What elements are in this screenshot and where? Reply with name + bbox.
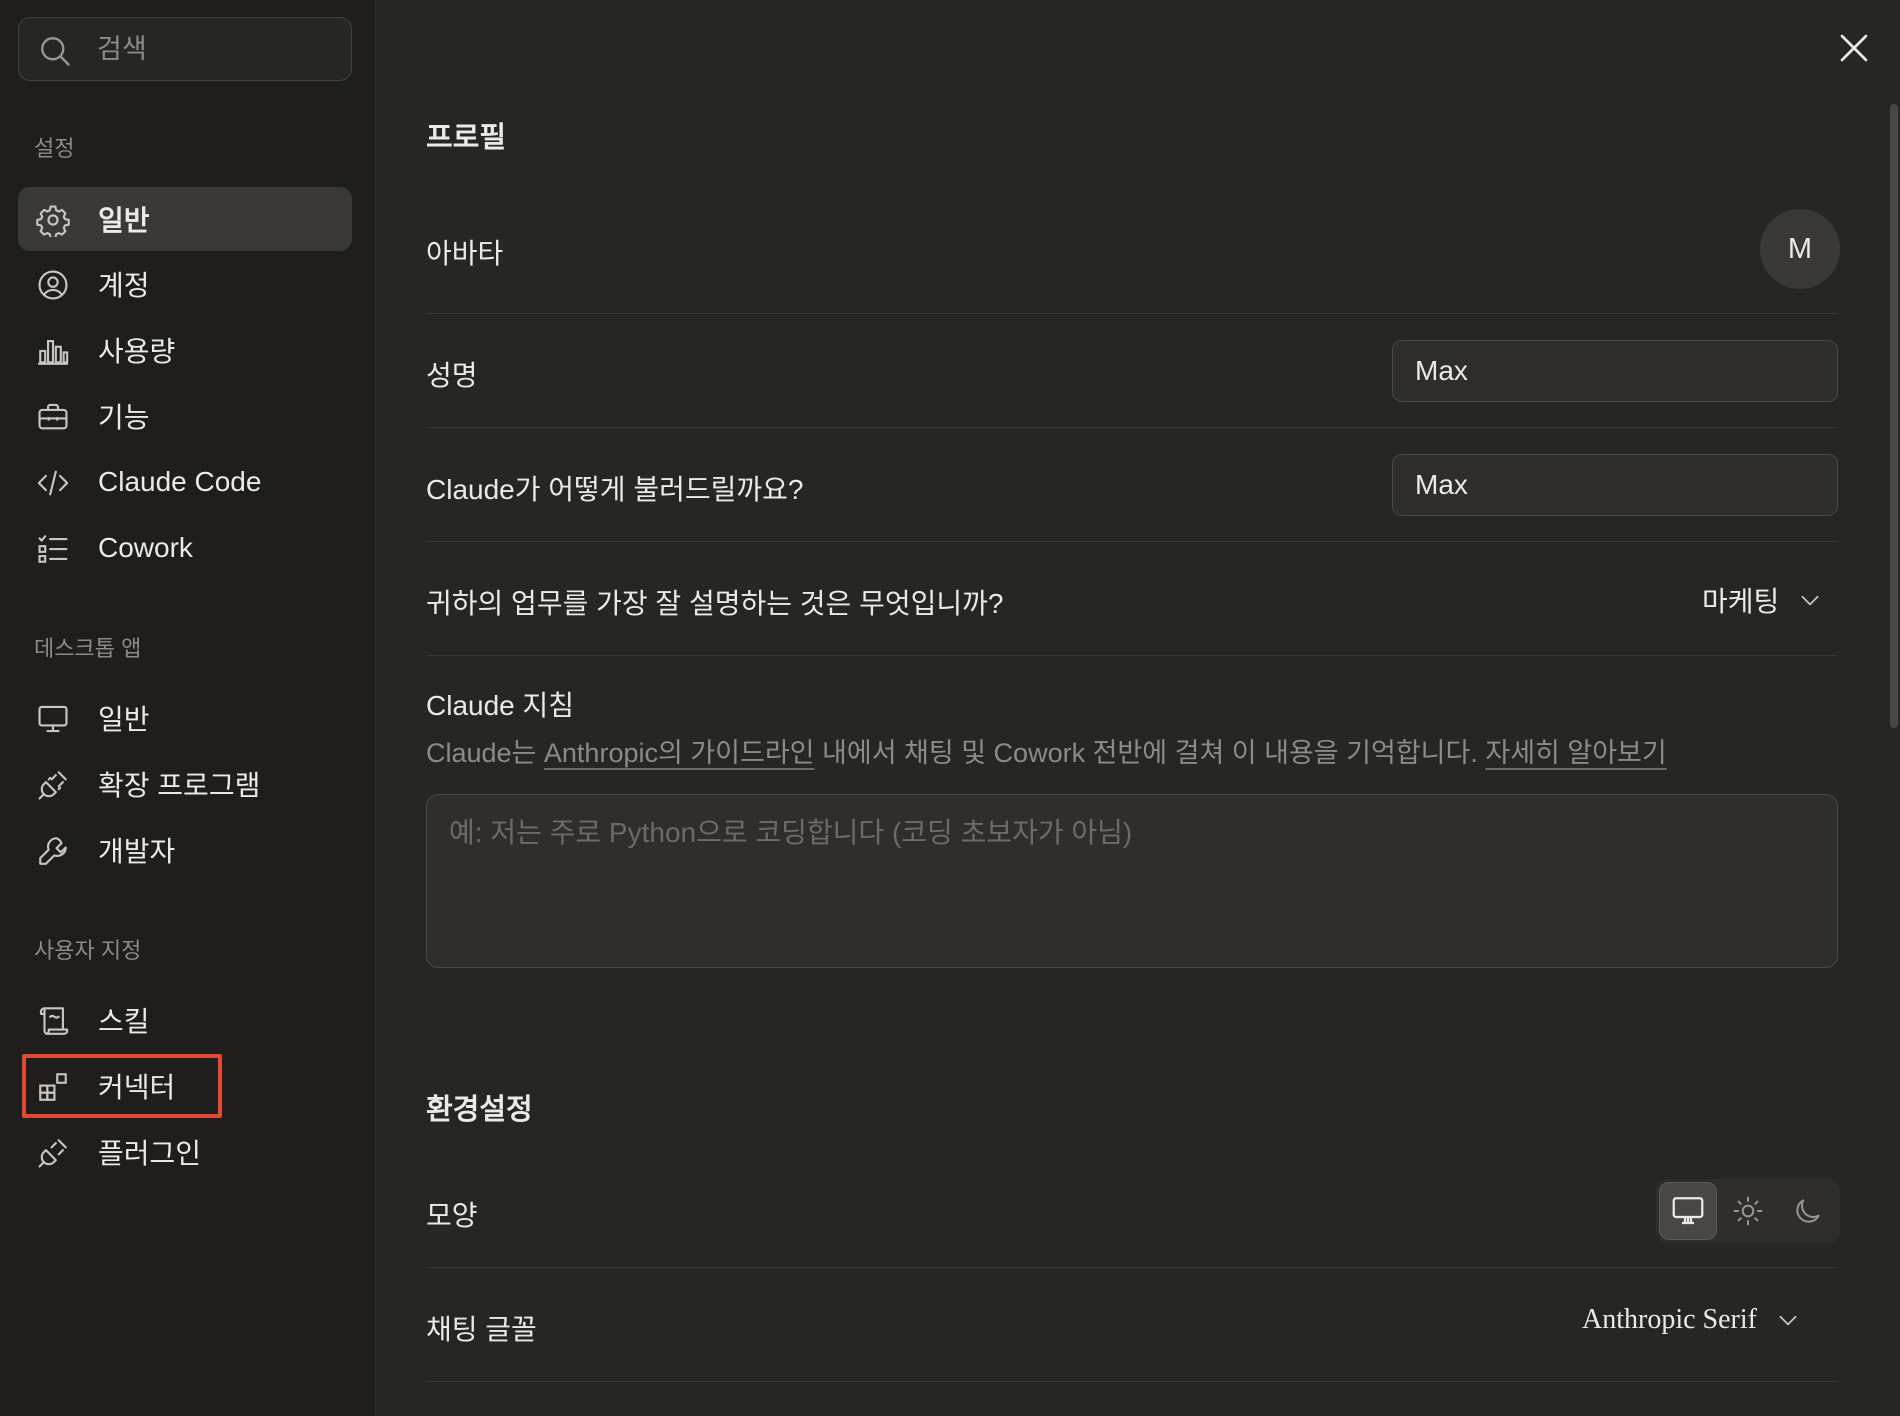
sidebar-item-label: Claude Code	[98, 466, 262, 497]
chat-font-label: 채팅 글꼴	[426, 1314, 537, 1345]
search-icon	[41, 37, 70, 66]
appearance-system-option[interactable]	[1659, 1182, 1717, 1240]
monitor-icon	[1672, 1197, 1704, 1225]
sidebar-item-cowork[interactable]: Cowork	[18, 516, 352, 580]
preferences-heading: 환경설정	[426, 1094, 533, 1126]
sidebar-item-skills[interactable]: 스킬	[18, 988, 352, 1052]
sidebar-item-label: 일반	[98, 704, 150, 735]
sidebar-item-plugins[interactable]: 플러그인	[18, 1120, 352, 1184]
chevron-down-icon	[1801, 595, 1819, 606]
user-circle-icon	[38, 270, 68, 300]
checklist-icon	[38, 535, 68, 563]
appearance-light-option[interactable]	[1719, 1182, 1777, 1240]
scroll-icon	[39, 1007, 69, 1035]
sidebar-item-label: 커넥터	[98, 1072, 176, 1103]
divider	[426, 541, 1838, 542]
instructions-label: Claude 지침	[426, 690, 575, 721]
sidebar-item-developer[interactable]: 개발자	[18, 818, 352, 882]
section-label-desktop: 데스크톱 앱	[34, 636, 142, 661]
nickname-label: Claude가 어떻게 불러드릴까요?	[426, 474, 804, 505]
divider	[426, 427, 1838, 428]
section-label-customize: 사용자 지정	[34, 938, 142, 963]
sidebar-item-label: 개발자	[98, 836, 176, 867]
wrench-icon	[39, 837, 67, 865]
instructions-help-text: Claude는 Anthropic의 가이드라인 내에서 채팅 및 Cowork…	[426, 731, 1667, 770]
sidebar-item-label: 사용량	[98, 336, 176, 367]
avatar[interactable]: M	[1760, 209, 1840, 289]
appearance-label: 모양	[426, 1200, 478, 1231]
sidebar-item-features[interactable]: 기능	[18, 384, 352, 448]
chevron-down-icon	[1779, 1315, 1797, 1326]
settings-sidebar: 설정 일반 계정 사용량 기능 Claude Code Cowork 데스크톱 …	[0, 0, 376, 1416]
close-icon[interactable]	[1836, 30, 1872, 66]
instructions-textarea[interactable]	[426, 794, 1838, 968]
sidebar-item-label: 확장 프로그램	[98, 770, 261, 801]
sidebar-item-label: 일반	[98, 205, 150, 236]
monitor-icon	[38, 705, 68, 733]
moon-icon	[1796, 1199, 1820, 1223]
search-box[interactable]	[18, 17, 352, 81]
sidebar-item-extensions[interactable]: 확장 프로그램	[18, 752, 352, 816]
divider	[426, 655, 1838, 656]
role-dropdown[interactable]: 마케팅	[1702, 580, 1823, 620]
sidebar-item-connectors[interactable]: 커넥터	[18, 1054, 352, 1118]
plug-icon	[38, 771, 67, 800]
appearance-toggle	[1656, 1179, 1840, 1243]
sidebar-item-usage[interactable]: 사용량	[18, 318, 352, 382]
role-dropdown-value: 마케팅	[1702, 586, 1780, 617]
briefcase-icon	[38, 403, 68, 430]
nickname-field[interactable]	[1392, 454, 1838, 516]
divider	[426, 313, 1838, 314]
sidebar-item-claude-code[interactable]: Claude Code	[18, 450, 352, 514]
sidebar-item-account[interactable]: 계정	[18, 252, 352, 316]
appearance-dark-option[interactable]	[1779, 1182, 1837, 1240]
guidelines-link[interactable]: Anthropic의 가이드라인	[544, 738, 815, 768]
role-label: 귀하의 업무를 가장 잘 설명하는 것은 무엇입니까?	[426, 588, 1004, 619]
divider	[426, 1267, 1838, 1268]
sidebar-item-label: 플러그인	[98, 1138, 202, 1169]
profile-heading: 프로필	[426, 122, 507, 154]
plug-icon	[38, 1139, 67, 1168]
avatar-label: 아바타	[426, 238, 504, 269]
sidebar-item-desktop-general[interactable]: 일반	[18, 686, 352, 750]
bar-chart-icon	[38, 340, 69, 365]
learn-more-link[interactable]: 자세히 알아보기	[1485, 738, 1666, 768]
scrollbar-thumb[interactable]	[1890, 104, 1898, 728]
chat-font-dropdown[interactable]: Anthropic Serif	[1582, 1304, 1801, 1336]
help-text-part: 내에서 채팅 및 Cowork 전반에 걸쳐 이 내용을 기억합니다.	[814, 738, 1486, 768]
sun-icon	[1733, 1196, 1763, 1226]
search-input[interactable]	[97, 28, 337, 70]
sidebar-item-label: 계정	[98, 270, 150, 301]
help-text-part: Claude는	[426, 738, 544, 768]
sidebar-item-label: Cowork	[98, 532, 193, 563]
chat-font-value: Anthropic Serif	[1582, 1304, 1757, 1335]
gear-icon	[36, 205, 70, 237]
code-icon	[37, 470, 69, 496]
divider	[426, 1381, 1838, 1382]
section-label-settings: 설정	[34, 136, 75, 161]
full-name-label: 성명	[426, 360, 478, 391]
sidebar-item-label: 스킬	[98, 1006, 150, 1037]
full-name-field[interactable]	[1392, 340, 1838, 402]
avatar-initial: M	[1787, 232, 1813, 265]
sidebar-item-general[interactable]: 일반	[18, 187, 352, 251]
sidebar-item-label: 기능	[98, 402, 150, 433]
grid-plus-icon	[39, 1073, 67, 1101]
